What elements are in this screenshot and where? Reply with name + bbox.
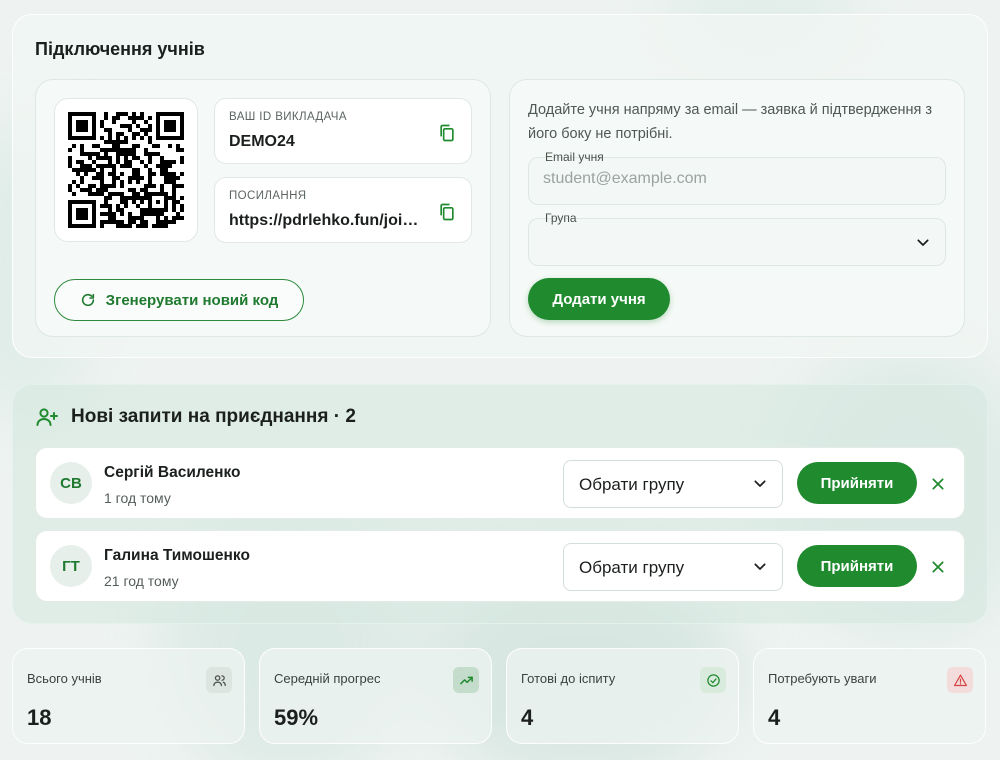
check-circle-icon [700, 667, 726, 693]
invite-link-box: ПОСИЛАННЯ https://pdrlehko.fun/join/DEMO… [214, 177, 472, 243]
join-requests-header: Нові запити на приєднання · 2 [35, 405, 356, 429]
group-select[interactable]: Група [528, 211, 946, 266]
request-time: 1 год тому [104, 490, 171, 506]
alert-triangle-icon [947, 667, 973, 693]
teacher-id-value: DEMO24 [229, 133, 295, 150]
trending-up-icon [453, 667, 479, 693]
stat-card-exam-ready: Готові до іспиту 4 [506, 648, 739, 744]
reject-close-icon[interactable] [930, 476, 946, 492]
accept-button[interactable]: Прийняти [797, 545, 917, 587]
users-icon [206, 667, 232, 693]
invite-link-value: https://pdrlehko.fun/join/DEMO24 [229, 212, 425, 229]
qr-code [54, 98, 198, 242]
panel-title: Підключення учнів [35, 39, 205, 59]
join-requests-panel: Нові запити на приєднання · 2 СВ Сергій … [12, 384, 988, 624]
add-by-email-card: Додайте учня напряму за email — заявка й… [509, 79, 965, 337]
email-field-label: Email учня [543, 150, 606, 164]
join-requests-title: Нові запити на приєднання · 2 [71, 406, 356, 427]
stat-card-need-attention: Потребують уваги 4 [753, 648, 986, 744]
request-student-name: Галина Тимошенко [104, 547, 250, 564]
teacher-id-label: ВАШ ID ВИКЛАДАЧА [229, 111, 347, 123]
copy-icon[interactable] [437, 202, 457, 222]
add-student-button[interactable]: Додати учня [528, 278, 670, 320]
stat-value: 59% [274, 705, 319, 730]
connect-students-panel: Підключення учнів ВАШ ID ВИКЛАДАЧА DEMO2… [12, 14, 988, 358]
copy-icon[interactable] [437, 123, 457, 143]
stat-label: Потребують уваги [768, 671, 877, 686]
stat-label: Готові до іспиту [521, 671, 616, 686]
invite-link-label: ПОСИЛАННЯ [229, 190, 307, 202]
stat-value: 4 [768, 705, 781, 730]
stat-label: Всього учнів [27, 671, 102, 686]
chevron-down-icon [754, 480, 766, 487]
email-field: Email учня [528, 150, 946, 205]
request-row: ГТ Галина Тимошенко 21 год тому Обрати г… [35, 530, 965, 602]
user-plus-icon [36, 408, 58, 426]
group-dropdown[interactable]: Обрати групу [563, 543, 783, 591]
refresh-icon [81, 293, 94, 307]
stat-card-average-progress: Середній прогрес 59% [259, 648, 492, 744]
teacher-id-box: ВАШ ID ВИКЛАДАЧА DEMO24 [214, 98, 472, 164]
stat-card-total-students: Всього учнів 18 [12, 648, 245, 744]
invite-code-card: ВАШ ID ВИКЛАДАЧА DEMO24 ПОСИЛАННЯ https:… [35, 79, 491, 337]
request-student-name: Сергій Василенко [104, 464, 241, 481]
chevron-down-icon [754, 563, 766, 570]
group-dropdown-value: Обрати групу [579, 558, 685, 577]
group-dropdown[interactable]: Обрати групу [563, 460, 783, 508]
stat-label: Середній прогрес [274, 671, 381, 686]
reject-close-icon[interactable] [930, 559, 946, 575]
stat-value: 4 [521, 705, 534, 730]
regenerate-code-label: Згенерувати новий код [105, 291, 279, 309]
chevron-down-icon [917, 239, 929, 246]
group-dropdown-value: Обрати групу [579, 475, 685, 494]
request-time: 21 год тому [104, 573, 179, 589]
accept-button[interactable]: Прийняти [797, 462, 917, 504]
regenerate-code-button[interactable]: Згенерувати новий код [54, 279, 304, 321]
add-by-email-hint: Додайте учня напряму за email — заявка й… [528, 102, 933, 142]
email-input[interactable] [543, 170, 923, 188]
stat-value: 18 [27, 705, 52, 730]
request-row: СВ Сергій Василенко 1 год тому Обрати гр… [35, 447, 965, 519]
group-field-label: Група [543, 211, 579, 225]
avatar: ГТ [50, 545, 92, 587]
avatar: СВ [50, 462, 92, 504]
qr-code-image [68, 112, 184, 228]
